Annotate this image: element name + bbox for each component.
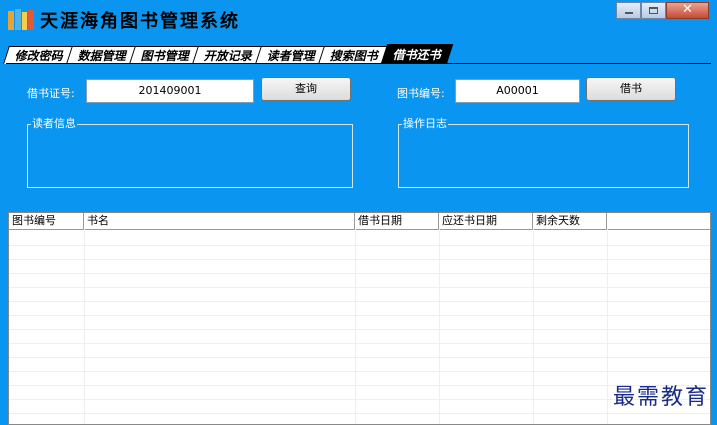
grid-col-line xyxy=(533,229,534,424)
card-number-input[interactable]: 201409001 xyxy=(86,79,254,103)
col-due-date[interactable]: 应还书日期 xyxy=(439,213,533,229)
col-days-left[interactable]: 剩余天数 xyxy=(533,213,607,229)
operation-log-group: 操作日志 xyxy=(398,117,689,188)
tab-reader-management[interactable]: 读者管理 xyxy=(255,46,328,64)
grid-col-line xyxy=(607,229,608,424)
minimize-icon xyxy=(625,12,633,14)
tab-book-management[interactable]: 图书管理 xyxy=(129,46,201,64)
borrow-button[interactable]: 借书 xyxy=(586,77,676,101)
grid-row-line xyxy=(9,329,710,330)
close-button[interactable]: ✕ xyxy=(666,2,709,19)
grid-col-line xyxy=(84,229,85,424)
tab-change-password[interactable]: 修改密码 xyxy=(3,46,75,64)
reader-info-title: 读者信息 xyxy=(31,117,77,131)
tab-borrow-return[interactable]: 借书还书 xyxy=(380,44,454,64)
tab-data-management[interactable]: 数据管理 xyxy=(66,46,138,64)
table-header: 图书编号 书名 借书日期 应还书日期 剩余天数 xyxy=(9,213,710,230)
title-bar: 天涯海角图书管理系统 ✕ xyxy=(0,0,717,36)
grid-row-line xyxy=(9,385,710,386)
borrow-records-table[interactable]: 图书编号 书名 借书日期 应还书日期 剩余天数 xyxy=(8,212,711,425)
book-number-label: 图书编号: xyxy=(397,87,445,100)
reader-info-group: 读者信息 xyxy=(27,117,353,188)
book-number-input[interactable]: A00001 xyxy=(455,79,580,103)
grid-row-line xyxy=(9,245,710,246)
grid-row-line xyxy=(9,287,710,288)
grid-row-line xyxy=(9,343,710,344)
books-icon xyxy=(8,9,34,30)
grid-col-line xyxy=(439,229,440,424)
operation-log-title: 操作日志 xyxy=(402,117,448,131)
grid-row-line xyxy=(9,371,710,372)
minimize-button[interactable] xyxy=(616,2,641,19)
tab-bar: 修改密码 数据管理 图书管理 开放记录 读者管理 搜索图书 借书还书 xyxy=(3,44,454,64)
grid-row-line xyxy=(9,315,710,316)
tab-search-books[interactable]: 搜索图书 xyxy=(318,46,391,64)
col-book-id[interactable]: 图书编号 xyxy=(9,213,84,229)
maximize-icon xyxy=(649,7,658,14)
col-borrow-date[interactable]: 借书日期 xyxy=(355,213,439,229)
query-button[interactable]: 查询 xyxy=(261,77,351,101)
watermark: 最需教育 xyxy=(612,385,709,410)
window-title: 天涯海角图书管理系统 xyxy=(40,11,240,32)
grid-row-line xyxy=(9,399,710,400)
card-number-label: 借书证号: xyxy=(27,87,75,100)
grid-row-line xyxy=(9,357,710,358)
grid-row-line xyxy=(9,273,710,274)
grid-row-line xyxy=(9,413,710,414)
grid-row-line xyxy=(9,259,710,260)
grid-col-line xyxy=(355,229,356,424)
tab-open-records[interactable]: 开放记录 xyxy=(192,46,264,64)
grid-row-line xyxy=(9,301,710,302)
col-book-title[interactable]: 书名 xyxy=(84,213,355,229)
app-window: 天涯海角图书管理系统 ✕ 修改密码 数据管理 图书管理 开放记录 读者管理 搜索… xyxy=(0,0,717,425)
maximize-button[interactable] xyxy=(641,2,666,19)
tab-divider xyxy=(6,63,711,64)
close-icon: ✕ xyxy=(682,2,693,17)
